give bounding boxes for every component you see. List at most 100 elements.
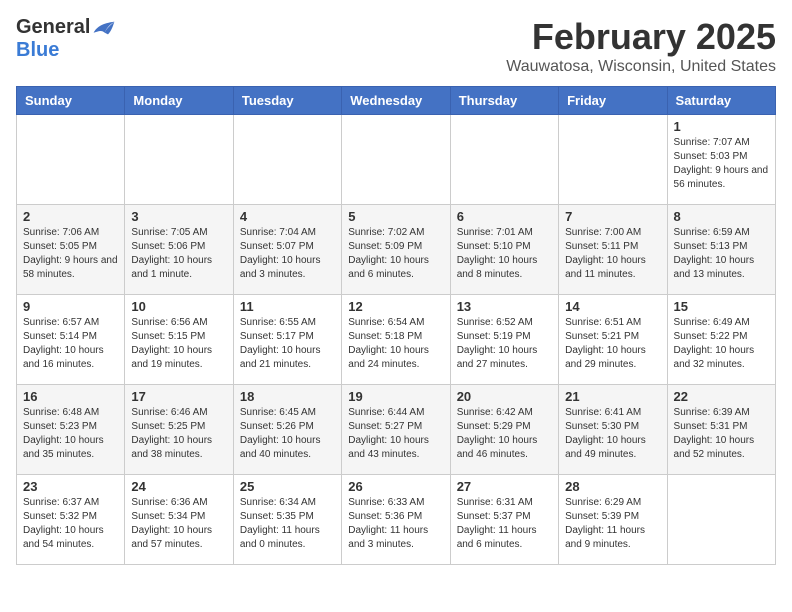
calendar-cell xyxy=(125,115,233,205)
logo: General Blue xyxy=(16,16,116,62)
calendar-week-row: 23 Sunrise: 6:37 AMSunset: 5:32 PMDayligh… xyxy=(17,475,776,565)
day-detail: Sunrise: 6:46 AMSunset: 5:25 PMDaylight:… xyxy=(131,407,212,460)
day-detail: Sunrise: 6:45 AMSunset: 5:26 PMDaylight:… xyxy=(240,407,321,460)
logo-general: General xyxy=(16,16,90,39)
day-detail: Sunrise: 7:06 AMSunset: 5:05 PMDaylight:… xyxy=(23,227,118,280)
day-detail: Sunrise: 6:42 AMSunset: 5:29 PMDaylight:… xyxy=(457,407,538,460)
day-number: 12 xyxy=(348,299,443,314)
logo-bird-icon xyxy=(92,18,116,38)
calendar-cell: 22 Sunrise: 6:39 AMSunset: 5:31 PMDayligh… xyxy=(667,385,775,475)
day-number: 6 xyxy=(457,209,552,224)
day-number: 11 xyxy=(240,299,335,314)
column-header-friday: Friday xyxy=(559,87,667,115)
day-number: 8 xyxy=(674,209,769,224)
calendar-cell: 18 Sunrise: 6:45 AMSunset: 5:26 PMDayligh… xyxy=(233,385,341,475)
day-number: 23 xyxy=(23,479,118,494)
day-number: 21 xyxy=(565,389,660,404)
column-header-sunday: Sunday xyxy=(17,87,125,115)
calendar-cell: 14 Sunrise: 6:51 AMSunset: 5:21 PMDayligh… xyxy=(559,295,667,385)
calendar-cell: 25Sunrise: 6:34 AMSunset: 5:35 PMDayligh… xyxy=(233,475,341,565)
day-detail: Sunrise: 6:37 AMSunset: 5:32 PMDaylight:… xyxy=(23,497,104,550)
day-number: 24 xyxy=(131,479,226,494)
column-header-tuesday: Tuesday xyxy=(233,87,341,115)
day-number: 2 xyxy=(23,209,118,224)
day-number: 27 xyxy=(457,479,552,494)
day-detail: Sunrise: 6:36 AMSunset: 5:34 PMDaylight:… xyxy=(131,497,212,550)
day-number: 1 xyxy=(674,119,769,134)
location: Wauwatosa, Wisconsin, United States xyxy=(506,58,776,76)
day-number: 16 xyxy=(23,389,118,404)
calendar-cell: 23 Sunrise: 6:37 AMSunset: 5:32 PMDayligh… xyxy=(17,475,125,565)
day-detail: Sunrise: 6:52 AMSunset: 5:19 PMDaylight:… xyxy=(457,317,538,370)
day-detail: Sunrise: 6:55 AMSunset: 5:17 PMDaylight:… xyxy=(240,317,321,370)
column-header-monday: Monday xyxy=(125,87,233,115)
day-detail: Sunrise: 6:31 AMSunset: 5:37 PMDaylight:… xyxy=(457,497,537,550)
day-number: 10 xyxy=(131,299,226,314)
day-number: 22 xyxy=(674,389,769,404)
day-detail: Sunrise: 6:34 AMSunset: 5:35 PMDaylight:… xyxy=(240,497,320,550)
calendar-cell: 2 Sunrise: 7:06 AMSunset: 5:05 PMDaylight… xyxy=(17,205,125,295)
calendar-cell: 8Sunrise: 6:59 AMSunset: 5:13 PMDaylight… xyxy=(667,205,775,295)
day-number: 3 xyxy=(131,209,226,224)
day-number: 19 xyxy=(348,389,443,404)
calendar-header-row: SundayMondayTuesdayWednesdayThursdayFrid… xyxy=(17,87,776,115)
day-number: 18 xyxy=(240,389,335,404)
calendar-cell: 17Sunrise: 6:46 AMSunset: 5:25 PMDayligh… xyxy=(125,385,233,475)
calendar-cell xyxy=(667,475,775,565)
day-number: 15 xyxy=(674,299,769,314)
calendar-week-row: 2 Sunrise: 7:06 AMSunset: 5:05 PMDaylight… xyxy=(17,205,776,295)
calendar-cell xyxy=(559,115,667,205)
day-detail: Sunrise: 6:56 AMSunset: 5:15 PMDaylight:… xyxy=(131,317,212,370)
day-detail: Sunrise: 6:29 AMSunset: 5:39 PMDaylight:… xyxy=(565,497,645,550)
day-detail: Sunrise: 7:05 AMSunset: 5:06 PMDaylight:… xyxy=(131,227,212,280)
day-detail: Sunrise: 6:41 AMSunset: 5:30 PMDaylight:… xyxy=(565,407,646,460)
calendar-cell: 26 Sunrise: 6:33 AMSunset: 5:36 PMDayligh… xyxy=(342,475,450,565)
calendar-week-row: 1 Sunrise: 7:07 AMSunset: 5:03 PMDaylight… xyxy=(17,115,776,205)
day-number: 26 xyxy=(348,479,443,494)
day-detail: Sunrise: 6:54 AMSunset: 5:18 PMDaylight:… xyxy=(348,317,429,370)
day-detail: Sunrise: 7:00 AMSunset: 5:11 PMDaylight:… xyxy=(565,227,646,280)
calendar-week-row: 9 Sunrise: 6:57 AMSunset: 5:14 PMDaylight… xyxy=(17,295,776,385)
day-number: 28 xyxy=(565,479,660,494)
day-number: 20 xyxy=(457,389,552,404)
day-number: 13 xyxy=(457,299,552,314)
calendar-cell: 21 Sunrise: 6:41 AMSunset: 5:30 PMDayligh… xyxy=(559,385,667,475)
day-detail: Sunrise: 7:07 AMSunset: 5:03 PMDaylight:… xyxy=(674,137,769,190)
calendar-cell xyxy=(450,115,558,205)
day-detail: Sunrise: 6:33 AMSunset: 5:36 PMDaylight:… xyxy=(348,497,428,550)
day-detail: Sunrise: 7:01 AMSunset: 5:10 PMDaylight:… xyxy=(457,227,538,280)
calendar-cell: 3 Sunrise: 7:05 AMSunset: 5:06 PMDaylight… xyxy=(125,205,233,295)
day-number: 5 xyxy=(348,209,443,224)
calendar-cell: 16Sunrise: 6:48 AMSunset: 5:23 PMDayligh… xyxy=(17,385,125,475)
day-detail: Sunrise: 6:44 AMSunset: 5:27 PMDaylight:… xyxy=(348,407,429,460)
calendar-cell: 15 Sunrise: 6:49 AMSunset: 5:22 PMDayligh… xyxy=(667,295,775,385)
page-header: General Blue February 2025 Wauwatosa, Wi… xyxy=(16,16,776,76)
calendar-cell: 28 Sunrise: 6:29 AMSunset: 5:39 PMDayligh… xyxy=(559,475,667,565)
day-detail: Sunrise: 7:02 AMSunset: 5:09 PMDaylight:… xyxy=(348,227,429,280)
calendar-cell xyxy=(17,115,125,205)
column-header-saturday: Saturday xyxy=(667,87,775,115)
day-detail: Sunrise: 6:57 AMSunset: 5:14 PMDaylight:… xyxy=(23,317,104,370)
calendar-cell: 24 Sunrise: 6:36 AMSunset: 5:34 PMDayligh… xyxy=(125,475,233,565)
day-number: 9 xyxy=(23,299,118,314)
calendar-cell xyxy=(233,115,341,205)
calendar-week-row: 16Sunrise: 6:48 AMSunset: 5:23 PMDayligh… xyxy=(17,385,776,475)
calendar-cell: 5 Sunrise: 7:02 AMSunset: 5:09 PMDaylight… xyxy=(342,205,450,295)
calendar-cell: 19 Sunrise: 6:44 AMSunset: 5:27 PMDayligh… xyxy=(342,385,450,475)
calendar-cell: 11 Sunrise: 6:55 AMSunset: 5:17 PMDayligh… xyxy=(233,295,341,385)
day-number: 4 xyxy=(240,209,335,224)
logo-blue: Blue xyxy=(16,39,59,62)
day-detail: Sunrise: 6:39 AMSunset: 5:31 PMDaylight:… xyxy=(674,407,755,460)
day-detail: Sunrise: 6:51 AMSunset: 5:21 PMDaylight:… xyxy=(565,317,646,370)
calendar-cell: 1 Sunrise: 7:07 AMSunset: 5:03 PMDaylight… xyxy=(667,115,775,205)
day-number: 14 xyxy=(565,299,660,314)
calendar-cell: 7 Sunrise: 7:00 AMSunset: 5:11 PMDaylight… xyxy=(559,205,667,295)
column-header-wednesday: Wednesday xyxy=(342,87,450,115)
calendar-cell xyxy=(342,115,450,205)
day-number: 7 xyxy=(565,209,660,224)
calendar-cell: 10 Sunrise: 6:56 AMSunset: 5:15 PMDayligh… xyxy=(125,295,233,385)
day-detail: Sunrise: 6:49 AMSunset: 5:22 PMDaylight:… xyxy=(674,317,755,370)
calendar-cell: 13 Sunrise: 6:52 AMSunset: 5:19 PMDayligh… xyxy=(450,295,558,385)
calendar-cell: 4Sunrise: 7:04 AMSunset: 5:07 PMDaylight… xyxy=(233,205,341,295)
calendar-cell: 9 Sunrise: 6:57 AMSunset: 5:14 PMDaylight… xyxy=(17,295,125,385)
